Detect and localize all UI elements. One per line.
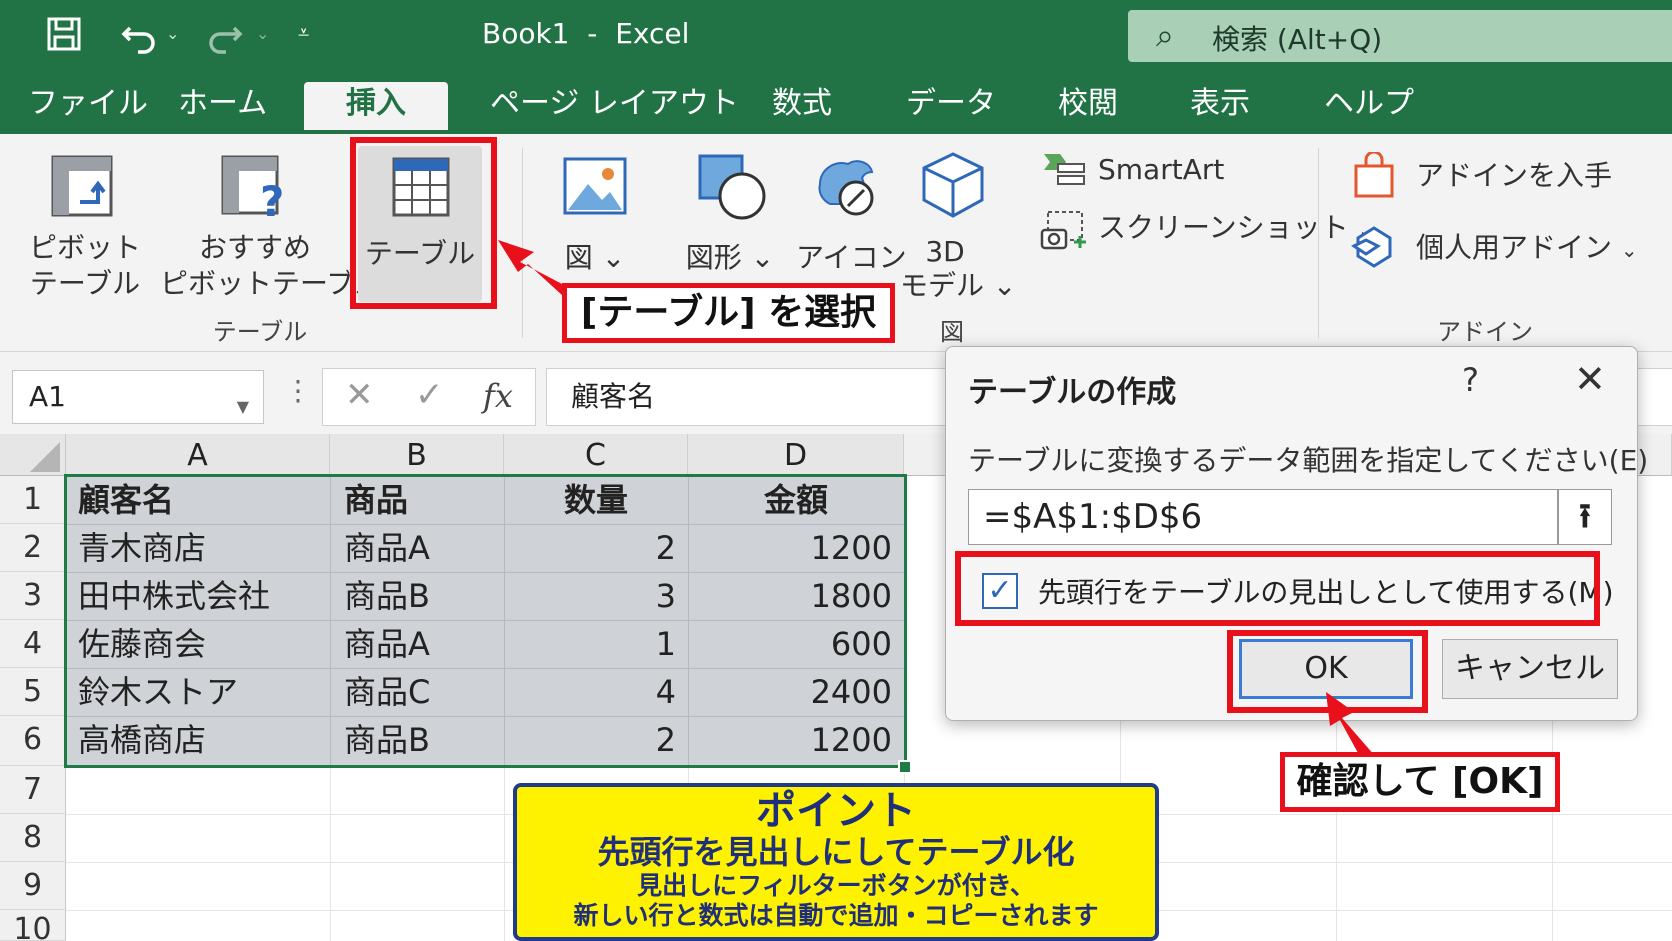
point-line-1: 先頭行を見出しにしてテーブル化 xyxy=(597,833,1075,871)
callout-confirm-ok: 確認して [OK] xyxy=(1280,752,1560,812)
point-line-3: 新しい行と数式は自動で追加・コピーされます xyxy=(573,901,1099,930)
callout-select-table: [テーブル] を選択 xyxy=(562,283,895,343)
point-title: ポイント xyxy=(756,788,916,834)
point-line-2: 見出しにフィルターボタンが付き、 xyxy=(637,871,1035,900)
point-note: ポイント 先頭行を見出しにしてテーブル化 見出しにフィルターボタンが付き、 新し… xyxy=(513,783,1159,941)
